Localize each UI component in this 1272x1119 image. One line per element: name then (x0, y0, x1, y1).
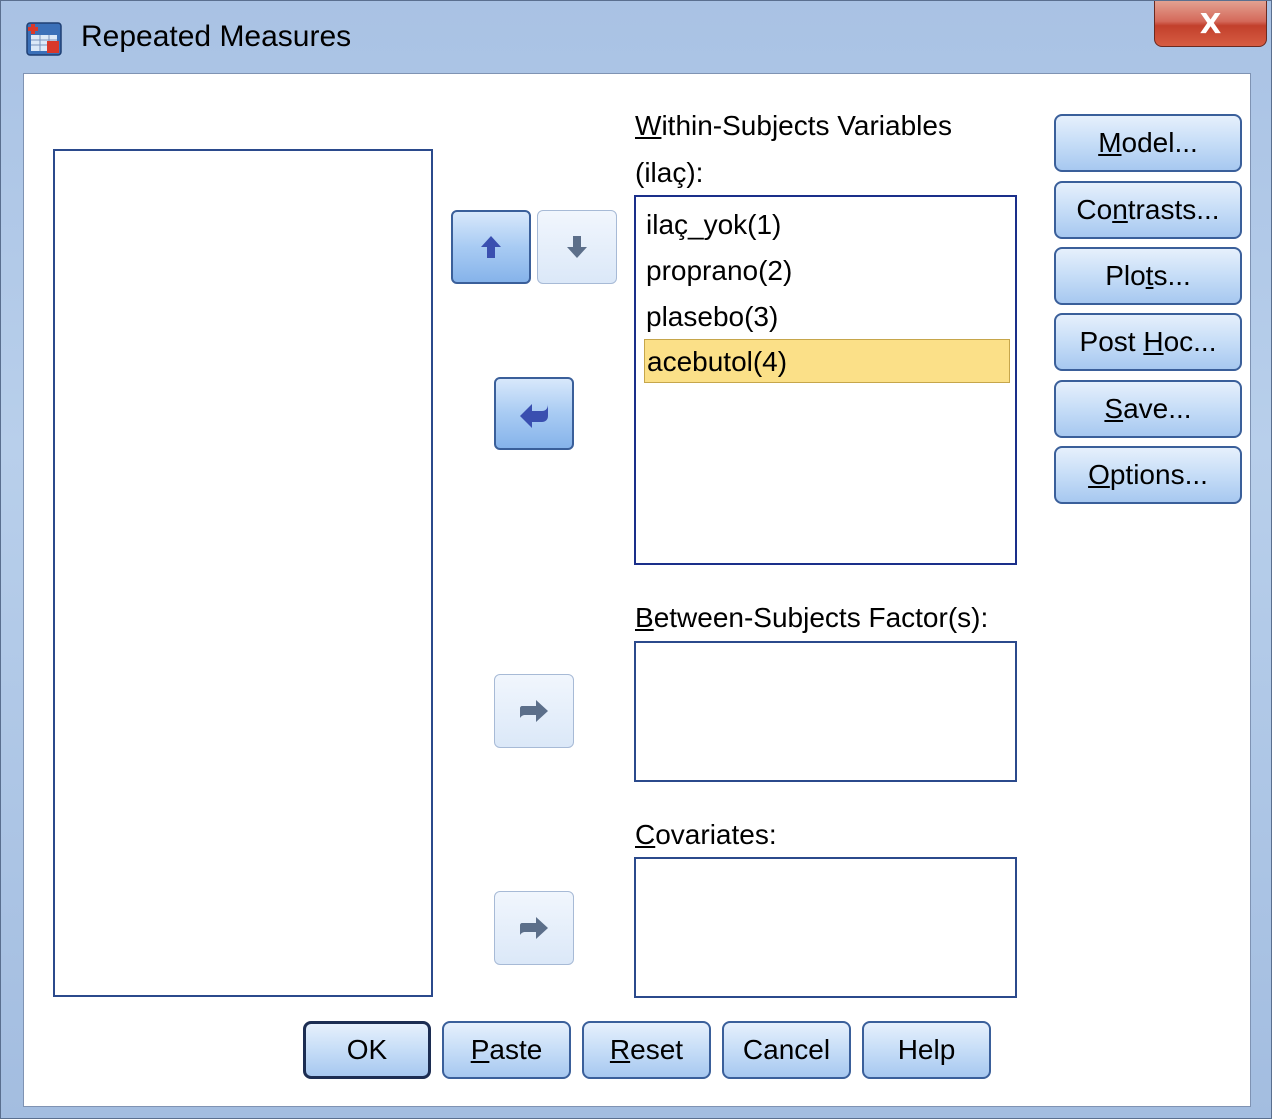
list-item[interactable]: plasebo(3) (644, 295, 1010, 339)
plots-button[interactable]: Plo t s... (1054, 247, 1242, 305)
covariates-listbox[interactable] (634, 857, 1017, 998)
list-item[interactable]: proprano(2) (644, 249, 1010, 293)
within-subjects-listbox[interactable]: ilaç_yok(1) proprano(2) plasebo(3) acebu… (634, 195, 1017, 565)
contrasts-button[interactable]: Co n trasts... (1054, 181, 1242, 239)
close-button[interactable]: X (1154, 1, 1267, 47)
within-subjects-label: Within-Subjects Variables (635, 110, 952, 141)
help-button[interactable]: Help (862, 1021, 991, 1079)
move-to-between-subjects-button[interactable] (494, 674, 574, 748)
move-to-covariates-button[interactable] (494, 891, 574, 965)
post-hoc-button[interactable]: Post Hoc... (1054, 313, 1242, 371)
down-arrow-icon (567, 236, 587, 258)
up-arrow-icon (481, 236, 501, 258)
between-subjects-label: Between-Subjects Factor(s): (635, 602, 989, 633)
list-item[interactable]: ilaç_yok(1) (644, 203, 1010, 247)
move-up-button[interactable] (451, 210, 531, 284)
dialog-window: Repeated Measures X Within-Subjects Vari… (0, 0, 1272, 1119)
move-right-arrow-icon (520, 917, 548, 939)
save-button[interactable]: Save... (1054, 380, 1242, 438)
between-subjects-listbox[interactable] (634, 641, 1017, 782)
title-bar[interactable]: Repeated Measures X (1, 1, 1272, 73)
move-to-within-subjects-button[interactable] (494, 377, 574, 450)
options-button[interactable]: Options... (1054, 446, 1242, 504)
paste-button[interactable]: Paste (442, 1021, 571, 1079)
model-button[interactable]: Model... (1054, 114, 1242, 172)
move-down-button[interactable] (537, 210, 617, 284)
covariates-label: Covariates: (635, 819, 777, 850)
app-icon (26, 22, 62, 56)
move-right-arrow-icon (520, 700, 548, 722)
within-subjects-factor-label: (ilaç): (635, 157, 704, 188)
window-title: Repeated Measures (81, 20, 352, 53)
ok-button[interactable]: OK (303, 1021, 431, 1079)
cancel-button[interactable]: Cancel (722, 1021, 851, 1079)
close-icon: X (1199, 7, 1222, 40)
reset-button[interactable]: Reset (582, 1021, 711, 1079)
move-back-arrow-icon (520, 403, 548, 428)
list-item-selected[interactable]: acebutol(4) (644, 339, 1010, 383)
source-variable-list[interactable] (53, 149, 433, 997)
